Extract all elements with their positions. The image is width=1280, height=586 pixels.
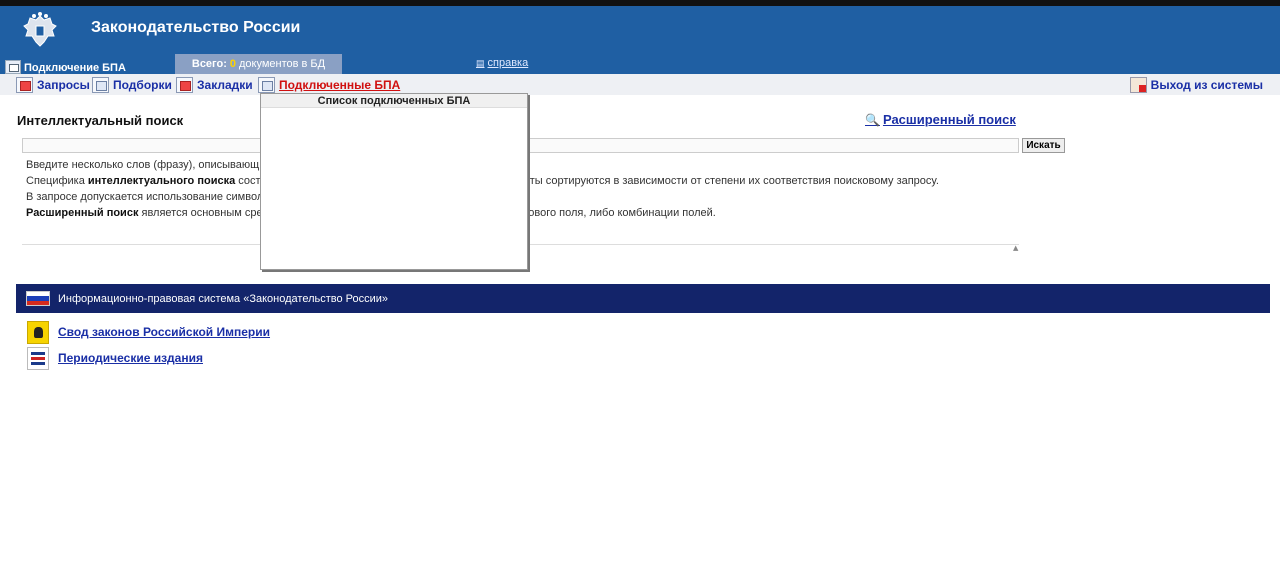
link-imperial-laws[interactable]: Свод законов Российской Империи bbox=[27, 320, 270, 344]
connect-bpa-label: Подключение БПА bbox=[24, 62, 126, 74]
toolbar-requests-label: Запросы bbox=[37, 77, 90, 92]
toolbar-collections-label: Подборки bbox=[113, 77, 172, 92]
toolbar-connected-bpa-label: Подключенные БПА bbox=[279, 77, 401, 92]
help-link[interactable]: ▤ справка bbox=[476, 57, 528, 69]
collections-icon bbox=[92, 76, 109, 93]
help-label: справка bbox=[487, 57, 529, 69]
bookmarks-icon bbox=[176, 76, 193, 93]
scroll-up-icon[interactable]: ▲ bbox=[1013, 244, 1018, 252]
toolbar-bookmarks[interactable]: Закладки bbox=[176, 76, 253, 93]
connected-bpa-dropdown[interactable]: Список подключенных БПА bbox=[260, 93, 528, 270]
coat-of-arms-icon bbox=[23, 12, 57, 47]
toolbar-connected-bpa[interactable]: Подключенные БПА bbox=[258, 76, 400, 93]
connect-bpa-button[interactable]: Подключение БПА bbox=[5, 54, 126, 74]
app-header: Законодательство России Подключение БПА … bbox=[0, 6, 1280, 74]
toolbar-bookmarks-label: Закладки bbox=[197, 77, 253, 92]
logout-label: Выход из системы bbox=[1150, 77, 1263, 92]
connect-icon bbox=[5, 60, 21, 74]
logout-button[interactable]: Выход из системы bbox=[1129, 76, 1263, 93]
periodicals-link[interactable]: Периодические издания bbox=[58, 351, 203, 365]
app-title: Законодательство России bbox=[91, 19, 301, 36]
total-documents-panel: Всего: 0 документов в БД bbox=[175, 54, 342, 74]
search-title: Интеллектуальный поиск bbox=[17, 113, 184, 128]
russian-flag-icon bbox=[26, 291, 50, 306]
logout-icon bbox=[1129, 76, 1147, 93]
banner-text: Информационно-правовая система «Законода… bbox=[58, 292, 389, 305]
imperial-laws-link[interactable]: Свод законов Российской Империи bbox=[58, 325, 270, 339]
toolbar-requests[interactable]: Запросы bbox=[16, 76, 90, 93]
connected-bpa-icon bbox=[258, 76, 275, 93]
advanced-search-link[interactable]: 🔍 Расширенный поиск bbox=[865, 112, 1016, 127]
advanced-search-label: Расширенный поиск bbox=[882, 112, 1016, 127]
dropdown-title: Список подключенных БПА bbox=[261, 94, 527, 108]
total-suffix: документов в БД bbox=[239, 58, 326, 70]
imperial-eagle-icon bbox=[27, 320, 49, 344]
toolbar-collections[interactable]: Подборки bbox=[92, 76, 172, 93]
requests-icon bbox=[16, 76, 33, 93]
total-count: 0 bbox=[229, 58, 236, 70]
help-icon: ▤ bbox=[476, 58, 485, 68]
link-periodicals[interactable]: Периодические издания bbox=[27, 346, 203, 370]
search-button[interactable]: Искать bbox=[1022, 138, 1065, 153]
periodicals-icon bbox=[27, 346, 49, 370]
magnifier-plus-icon: 🔍 bbox=[865, 112, 880, 127]
total-prefix: Всего: bbox=[191, 58, 227, 70]
main-toolbar: Запросы Подборки Закладки Подключенные Б… bbox=[0, 74, 1280, 95]
system-banner: Информационно-правовая система «Законода… bbox=[16, 284, 1270, 313]
